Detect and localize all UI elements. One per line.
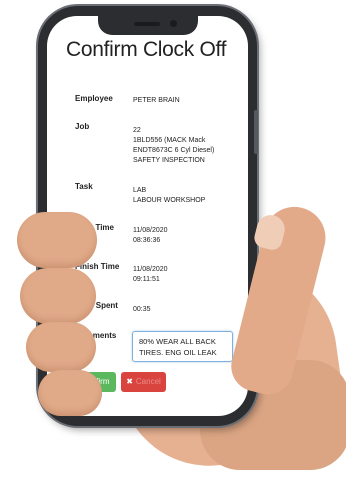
comments-textarea[interactable]: 80% WEAR ALL BACK TIRES. ENG OIL LEAK <box>132 331 233 362</box>
start-date: 11/08/2020 <box>133 227 168 234</box>
ring-finger <box>26 322 96 372</box>
start-clock: 08:36:36 <box>133 237 161 244</box>
employee-value: PETER BRAIN <box>133 96 243 106</box>
front-camera <box>170 20 177 27</box>
speaker-grille <box>134 22 160 26</box>
task-description: LABOUR WORKSHOP <box>133 197 206 204</box>
job-engine: ENDT8673C 6 Cyl Diesel) <box>133 147 215 154</box>
task-label: Task <box>75 182 93 191</box>
job-label: Job <box>75 122 90 131</box>
employee-name: PETER BRAIN <box>133 97 180 104</box>
cancel-button[interactable]: ✖ Cancel <box>121 372 166 392</box>
index-finger <box>17 212 97 268</box>
task-value: LAB LABOUR WORKSHOP <box>133 186 243 206</box>
little-finger <box>38 370 102 416</box>
phone-notch <box>98 16 198 35</box>
task-code: LAB <box>133 187 147 194</box>
job-vehicle: 1BLD556 (MACK Mack <box>133 137 206 144</box>
time-spent: 00:35 <box>133 306 151 313</box>
job-value: 22 1BLD556 (MACK Mack ENDT8673C 6 Cyl Di… <box>133 126 243 166</box>
finish-clock: 09:11:51 <box>133 276 160 283</box>
middle-finger <box>20 268 96 324</box>
job-description: SAFETY INSPECTION <box>133 157 205 164</box>
finish-time-value: 11/08/2020 09:11:51 <box>133 265 243 285</box>
job-number: 22 <box>133 127 141 134</box>
page-title: Confirm Clock Off <box>66 38 227 61</box>
time-spent-value: 00:35 <box>133 305 243 315</box>
employee-label: Employee <box>75 94 113 103</box>
start-time-value: 11/08/2020 08:36:36 <box>133 226 243 246</box>
cancel-label: Cancel <box>135 377 161 386</box>
close-icon: ✖ <box>126 377 133 386</box>
phone-side-button <box>254 110 258 154</box>
finish-date: 11/08/2020 <box>133 266 168 273</box>
